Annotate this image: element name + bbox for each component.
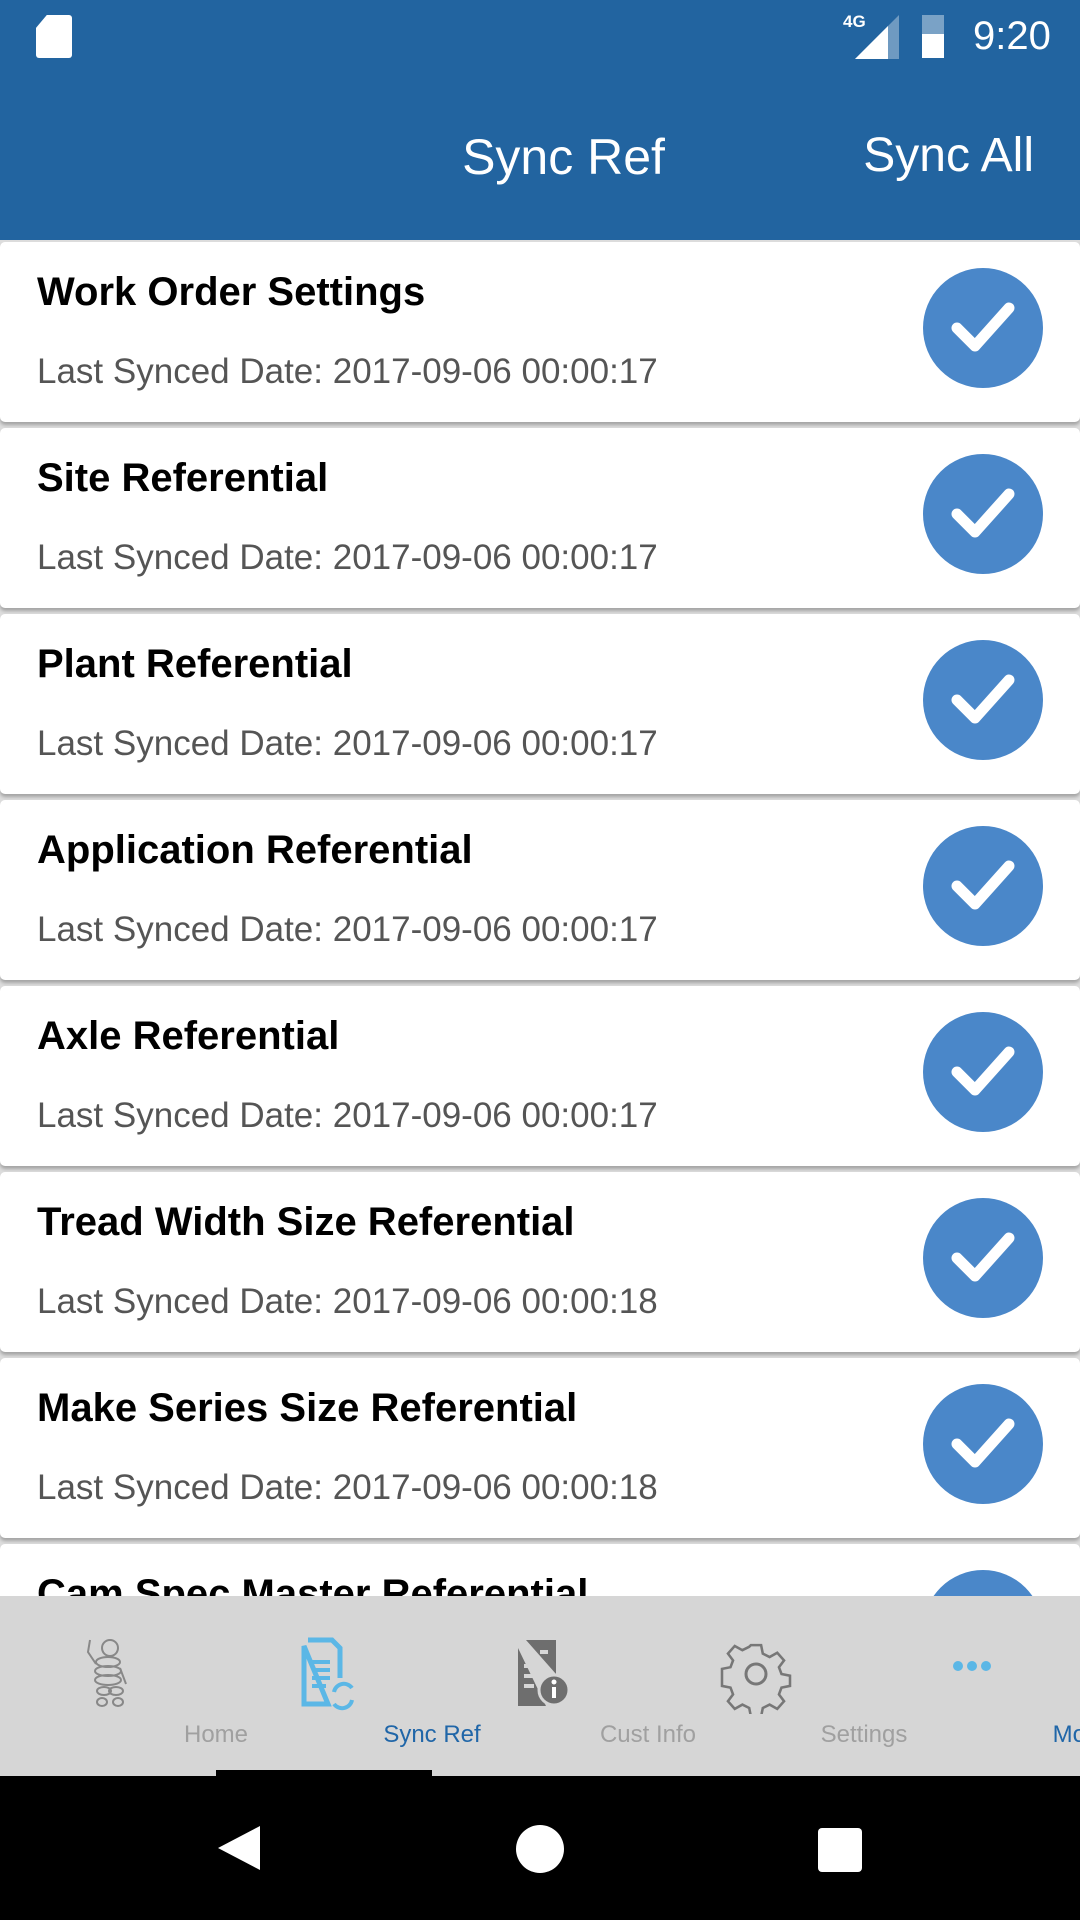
back-icon[interactable] — [218, 1826, 260, 1870]
sd-card-icon — [36, 15, 72, 58]
network-type: 4G — [843, 12, 866, 31]
check-icon — [923, 1012, 1043, 1132]
sync-item-title: Axle Referential — [37, 1014, 340, 1058]
battery-charging-icon — [922, 15, 944, 58]
sync-item-date: Last Synced Date: 2017-09-06 00:00:17 — [37, 538, 658, 577]
clock: 9:20 — [973, 14, 1051, 58]
sync-item-title: Make Series Size Referential — [37, 1386, 578, 1430]
sync-item[interactable]: Tread Width Size Referential Last Synced… — [0, 1172, 1080, 1352]
sync-item[interactable]: Cam Spec Master Referential — [0, 1544, 1080, 1596]
sync-item-title: Application Referential — [37, 828, 473, 872]
system-navigation-bar — [0, 1776, 1080, 1920]
sync-item-title: Tread Width Size Referential — [37, 1200, 575, 1244]
gear-icon — [720, 1643, 792, 1714]
sync-item-title: Work Order Settings — [37, 270, 426, 314]
sync-item-title: Site Referential — [37, 456, 329, 500]
sync-item-date: Last Synced Date: 2017-09-06 00:00:17 — [37, 352, 658, 391]
document-info-icon — [518, 1640, 571, 1707]
sync-item[interactable]: Application Referential Last Synced Date… — [0, 800, 1080, 980]
sync-item-date: Last Synced Date: 2017-09-06 00:00:17 — [37, 724, 658, 763]
sync-item[interactable]: Axle Referential Last Synced Date: 2017-… — [0, 986, 1080, 1166]
check-icon — [923, 1570, 1043, 1596]
sync-item[interactable]: Make Series Size Referential Last Synced… — [0, 1358, 1080, 1538]
sync-list[interactable]: Work Order Settings Last Synced Date: 20… — [0, 242, 1080, 1596]
sync-item-date: Last Synced Date: 2017-09-06 00:00:18 — [37, 1468, 658, 1507]
sync-item-title: Cam Spec Master Referential — [37, 1572, 589, 1596]
sync-item[interactable]: Work Order Settings Last Synced Date: 20… — [0, 242, 1080, 422]
michelin-man-icon — [86, 1639, 127, 1707]
sync-item-title: Plant Referential — [37, 642, 353, 686]
more-dots-icon — [953, 1661, 991, 1671]
sync-item[interactable]: Plant Referential Last Synced Date: 2017… — [0, 614, 1080, 794]
app-bar: 4G 9:20 Sync Ref Sync All — [0, 0, 1080, 240]
sync-item-date: Last Synced Date: 2017-09-06 00:00:17 — [37, 910, 658, 949]
check-icon — [923, 268, 1043, 388]
tab-label: More — [1052, 1721, 1080, 1748]
tab-settings[interactable]: Settings — [648, 1596, 907, 1776]
check-icon — [923, 826, 1043, 946]
bottom-tab-bar: Home Sync Ref Cust Info Settings More — [0, 1596, 1080, 1776]
check-icon — [923, 1198, 1043, 1318]
tab-cust-info[interactable]: Cust Info — [432, 1596, 696, 1776]
tab-sync-ref[interactable]: Sync Ref — [216, 1596, 481, 1776]
tab-more[interactable]: More — [864, 1596, 1080, 1776]
tab-home[interactable]: Home — [0, 1596, 248, 1776]
recents-icon[interactable] — [818, 1828, 862, 1872]
document-sync-icon — [301, 1637, 354, 1711]
check-icon — [923, 1384, 1043, 1504]
status-bar: 4G 9:20 — [0, 0, 1080, 75]
check-icon — [923, 454, 1043, 574]
home-icon[interactable] — [516, 1825, 564, 1873]
sync-item-date: Last Synced Date: 2017-09-06 00:00:18 — [37, 1282, 658, 1321]
sync-all-button[interactable]: Sync All — [863, 128, 1034, 183]
check-icon — [923, 640, 1043, 760]
sync-item[interactable]: Site Referential Last Synced Date: 2017-… — [0, 428, 1080, 608]
sync-item-date: Last Synced Date: 2017-09-06 00:00:17 — [37, 1096, 658, 1135]
